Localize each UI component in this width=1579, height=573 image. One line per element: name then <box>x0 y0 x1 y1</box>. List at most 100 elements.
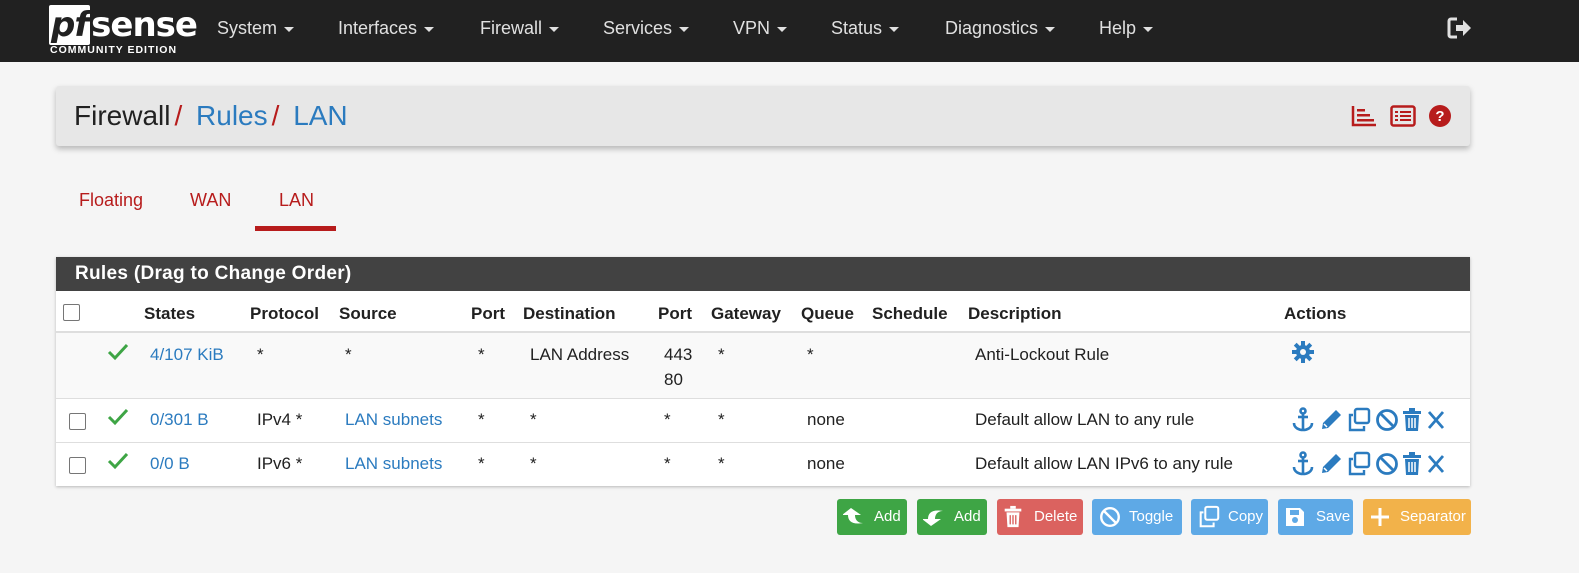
rule-gateway: * <box>718 454 725 473</box>
anchor-icon[interactable] <box>1291 451 1315 477</box>
separator-button[interactable]: Separator <box>1363 499 1471 535</box>
trash-icon <box>1004 505 1022 528</box>
copy-label: Copy <box>1228 508 1264 525</box>
add-bottom-button[interactable]: Add <box>917 499 987 535</box>
svg-text:?: ? <box>1435 108 1444 125</box>
row-actions <box>1291 451 1445 477</box>
rule-gateway: * <box>718 345 725 364</box>
nav-label: Diagnostics <box>945 18 1039 38</box>
rule-source-link[interactable]: LAN subnets <box>345 410 442 430</box>
breadcrumb-rules-link[interactable]: Rules <box>196 100 268 131</box>
rule-protocol: IPv4 * <box>257 410 303 429</box>
add-bottom-label: Add <box>954 508 981 525</box>
delete-button[interactable]: Delete <box>997 499 1083 535</box>
row-checkbox[interactable] <box>69 413 86 430</box>
breadcrumb-separator: / <box>271 100 280 131</box>
list-icon[interactable] <box>1389 105 1416 132</box>
col-port: Port <box>471 304 505 323</box>
rule-dest-port: 80 <box>664 370 683 389</box>
rule-states[interactable]: 0/0 B <box>150 454 190 474</box>
pass-check-icon <box>107 452 129 470</box>
logout-icon[interactable] <box>1447 16 1473 40</box>
rule-destination: * <box>530 454 537 473</box>
tab-lan[interactable]: LAN <box>279 190 314 211</box>
nav-diagnostics[interactable]: Diagnostics <box>945 18 1056 39</box>
close-icon[interactable] <box>1427 409 1445 431</box>
col-protocol: Protocol <box>250 304 319 323</box>
disable-ban-icon[interactable] <box>1375 451 1399 477</box>
rule-source: * <box>345 345 352 364</box>
breadcrumb-firewall: Firewall <box>74 100 171 131</box>
add-top-label: Add <box>874 508 901 525</box>
save-label: Save <box>1316 508 1351 525</box>
trash-icon[interactable] <box>1401 407 1423 433</box>
edit-pencil-icon[interactable] <box>1319 451 1343 477</box>
rule-states[interactable]: 4/107 KiB <box>150 345 224 365</box>
anchor-icon[interactable] <box>1291 407 1315 433</box>
nav-label: Services <box>603 18 673 38</box>
col-queue: Queue <box>801 304 854 323</box>
ban-icon <box>1100 507 1120 527</box>
nav-interfaces[interactable]: Interfaces <box>338 18 435 39</box>
rule-source-link[interactable]: LAN subnets <box>345 454 442 474</box>
rule-gateway: * <box>718 410 725 429</box>
rule-destination: LAN Address <box>530 345 630 364</box>
copy-icon[interactable] <box>1347 407 1371 433</box>
rule-states[interactable]: 0/301 B <box>150 410 209 430</box>
add-top-button[interactable]: Add <box>837 499 907 535</box>
arrow-up-icon <box>843 508 863 524</box>
nav-services[interactable]: Services <box>603 18 690 39</box>
copy-icon <box>1199 505 1220 528</box>
copy-icon[interactable] <box>1347 451 1371 477</box>
nav-system[interactable]: System <box>217 18 295 39</box>
table-row[interactable]: 4/107 KiB * * * LAN Address 443 80 * * A… <box>56 333 1470 398</box>
col-actions: Actions <box>1284 304 1347 323</box>
nav-firewall[interactable]: Firewall <box>480 18 560 39</box>
save-button[interactable]: Save <box>1278 499 1353 535</box>
table-row[interactable]: 0/301 B IPv4 * LAN subnets * * * * none … <box>56 399 1470 442</box>
breadcrumb-lan-link[interactable]: LAN <box>293 100 347 131</box>
toggle-button[interactable]: Toggle <box>1092 499 1182 535</box>
pfsense-logo[interactable]: pfsense COMMUNITY EDITION <box>49 5 198 57</box>
table-row[interactable]: 0/0 B IPv6 * LAN subnets * * * * none De… <box>56 443 1470 486</box>
rule-description: Anti-Lockout Rule <box>975 345 1110 364</box>
caret-down-icon <box>1143 26 1154 32</box>
rules-panel: Rules (Drag to Change Order) States Prot… <box>56 257 1470 486</box>
nav-status[interactable]: Status <box>831 18 900 39</box>
nav-label: Help <box>1099 18 1137 38</box>
tab-wan[interactable]: WAN <box>190 190 231 211</box>
chart-icon[interactable] <box>1351 105 1377 132</box>
arrow-down-icon <box>923 510 943 526</box>
separator-label: Separator <box>1400 508 1466 525</box>
rules-panel-heading: Rules (Drag to Change Order) <box>56 257 1470 291</box>
edit-pencil-icon[interactable] <box>1319 407 1343 433</box>
rule-dest-port: 443 <box>664 345 693 364</box>
nav-label: Interfaces <box>338 18 418 38</box>
nav-vpn[interactable]: VPN <box>733 18 788 39</box>
nav-label: VPN <box>733 18 771 38</box>
gear-icon[interactable] <box>1291 340 1315 364</box>
row-checkbox[interactable] <box>69 457 86 474</box>
caret-down-icon <box>284 26 295 32</box>
col-dest-port: Port <box>658 304 692 323</box>
close-icon[interactable] <box>1427 453 1445 475</box>
pass-check-icon <box>107 343 129 361</box>
disable-ban-icon[interactable] <box>1375 407 1399 433</box>
logo-edition: COMMUNITY EDITION <box>50 44 178 56</box>
col-states: States <box>144 304 196 323</box>
rule-queue: none <box>807 454 845 473</box>
rule-protocol: * <box>257 345 264 364</box>
copy-button[interactable]: Copy <box>1191 499 1268 535</box>
col-description: Description <box>968 304 1062 323</box>
help-icon[interactable]: ? <box>1428 104 1452 133</box>
rule-description: Default allow LAN to any rule <box>975 410 1195 429</box>
rule-queue: none <box>807 410 845 429</box>
select-all-checkbox[interactable] <box>63 304 80 321</box>
caret-down-icon <box>777 26 788 32</box>
tab-floating[interactable]: Floating <box>79 190 143 211</box>
caret-down-icon <box>679 26 690 32</box>
rule-protocol: IPv6 * <box>257 454 303 473</box>
trash-icon[interactable] <box>1401 451 1423 477</box>
nav-help[interactable]: Help <box>1099 18 1154 39</box>
top-navbar: pfsense COMMUNITY EDITION System Interfa… <box>0 0 1579 62</box>
